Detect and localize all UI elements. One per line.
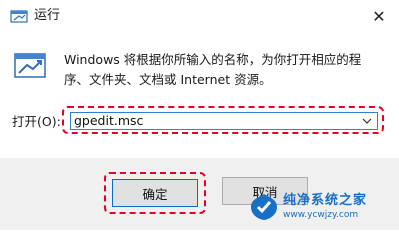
command-highlight: gpedit.msc <box>62 106 384 134</box>
open-label: 打开(O): <box>12 114 61 129</box>
watermark-logo-icon <box>251 194 277 220</box>
watermark: 纯净系统之家 www.ycwjzy.com <box>249 190 395 224</box>
window-title: 运行 <box>34 8 61 23</box>
command-combobox[interactable]: gpedit.msc <box>70 112 378 130</box>
ok-button[interactable]: 确定 <box>112 179 198 207</box>
run-large-icon <box>14 53 46 78</box>
watermark-url: www.ycwjzy.com <box>283 210 359 220</box>
title-bar: 运行 ✕ <box>0 0 399 34</box>
command-input[interactable]: gpedit.msc <box>74 113 143 129</box>
dialog-description: Windows 将根据你所输入的名称，为你打开相应的程序、文件夹、文档或 Int… <box>64 52 362 87</box>
close-icon: ✕ <box>372 6 386 26</box>
ok-highlight: 确定 <box>104 172 206 214</box>
chevron-down-icon[interactable] <box>361 115 373 127</box>
close-button[interactable]: ✕ <box>359 0 399 32</box>
watermark-name: 纯净系统之家 <box>283 193 368 208</box>
run-app-icon <box>10 10 28 23</box>
